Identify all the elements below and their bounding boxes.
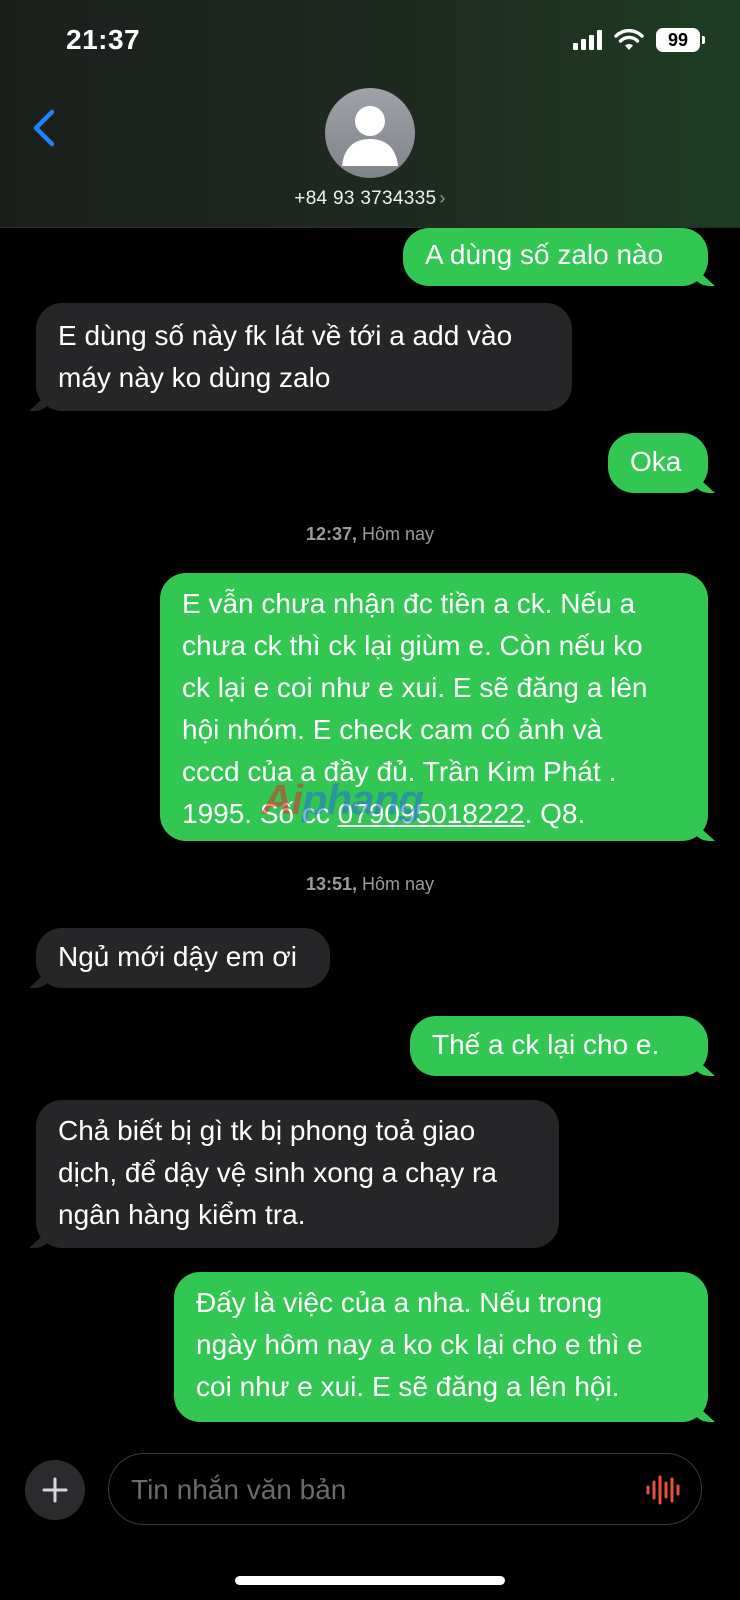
contact-phone-number[interactable]: +84 93 3734335 › — [0, 188, 740, 210]
message-incoming[interactable]: Ngủ mới dậy em ơi — [36, 928, 330, 988]
timestamp: 13:51, Hôm nay — [305, 874, 435, 894]
voice-waveform-icon[interactable] — [645, 1474, 681, 1506]
id-number-link[interactable]: 079095018222 — [338, 798, 525, 829]
back-chevron-icon[interactable] — [26, 106, 66, 150]
timestamp: 12:37, Hôm nay — [305, 524, 435, 544]
status-icons: 99 — [573, 28, 705, 52]
signal-icon — [573, 30, 602, 50]
message-outgoing[interactable]: Oka — [608, 433, 708, 493]
plus-icon — [42, 1477, 68, 1503]
message-list[interactable]: A dùng số zalo nào E dùng số này fk lát … — [0, 228, 740, 1430]
message-outgoing[interactable]: E vẫn chưa nhận đc tiền a ck. Nếu a chưa… — [160, 573, 708, 841]
battery-icon: 99 — [656, 28, 705, 52]
message-incoming[interactable]: Chả biết bị gì tk bị phong toả giao dịch… — [36, 1100, 559, 1248]
contact-avatar-icon[interactable] — [325, 88, 415, 178]
message-outgoing[interactable]: A dùng số zalo nào — [403, 228, 708, 286]
wifi-icon — [614, 29, 644, 50]
plus-button[interactable] — [25, 1460, 85, 1520]
message-outgoing[interactable]: Đấy là việc của a nha. Nếu trong ngày hô… — [174, 1272, 708, 1422]
home-indicator[interactable] — [235, 1576, 505, 1585]
status-time: 21:37 — [66, 24, 141, 55]
chevron-right-icon: › — [439, 188, 446, 208]
conversation-header: 21:37 99 +84 93 3734335 › — [0, 0, 740, 228]
message-incoming[interactable]: E dùng số này fk lát về tới a add vào má… — [36, 303, 572, 411]
message-input[interactable] — [131, 1468, 611, 1512]
message-input-container[interactable] — [108, 1453, 702, 1525]
message-outgoing[interactable]: Thế a ck lại cho e. — [410, 1016, 708, 1076]
